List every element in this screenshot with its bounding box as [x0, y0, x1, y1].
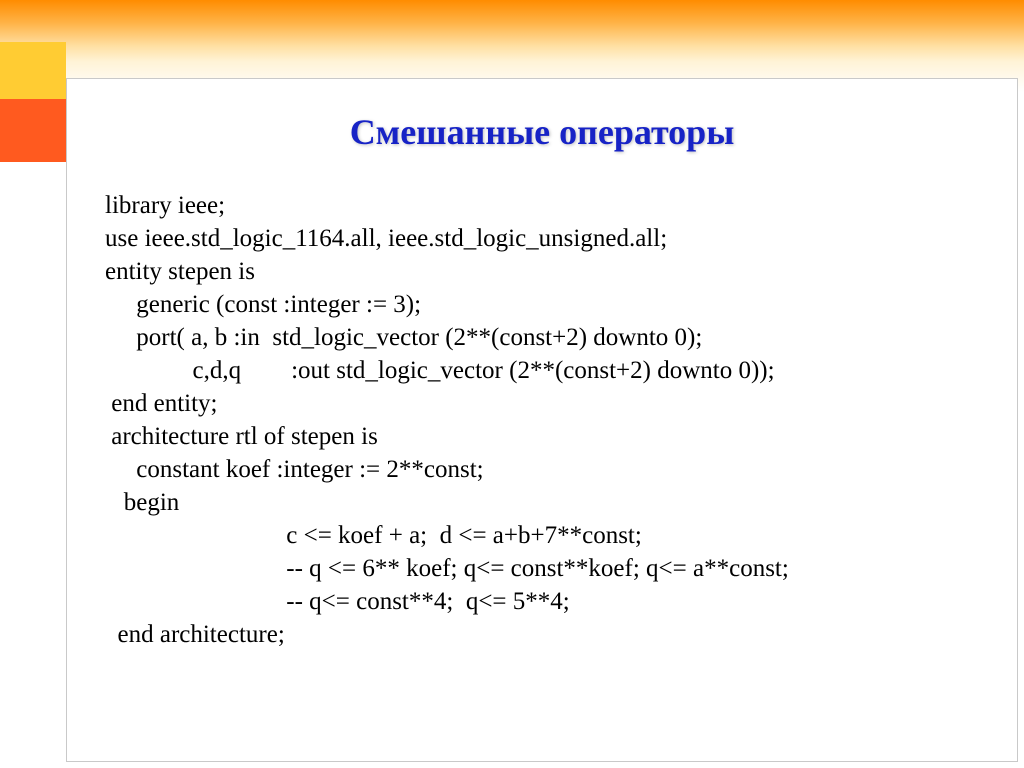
- slide-title: Смешанные операторы: [67, 111, 1017, 153]
- slide-container: Смешанные операторы library ieee; use ie…: [0, 0, 1024, 768]
- content-frame: Смешанные операторы library ieee; use ie…: [66, 78, 1018, 762]
- code-line: begin: [105, 489, 179, 516]
- code-line: generic (const :integer := 3);: [105, 291, 421, 318]
- corner-accent: [0, 42, 66, 162]
- code-line: use ieee.std_logic_1164.all, ieee.std_lo…: [105, 225, 667, 252]
- code-line: library ieee;: [105, 192, 225, 219]
- code-line: c <= koef + a; d <= a+b+7**const;: [105, 522, 642, 549]
- corner-accent-bottom: [0, 99, 66, 162]
- code-line: end entity;: [105, 390, 217, 417]
- code-line: -- q <= 6** koef; q<= const**koef; q<= a…: [105, 555, 789, 582]
- code-line: c,d,q :out std_logic_vector (2**(const+2…: [105, 357, 775, 384]
- code-line: architecture rtl of stepen is: [105, 423, 378, 450]
- code-line: constant koef :integer := 2**const;: [105, 456, 484, 483]
- code-line: -- q<= const**4; q<= 5**4;: [105, 588, 570, 615]
- code-line: port( a, b :in std_logic_vector (2**(con…: [105, 324, 702, 351]
- code-line: entity stepen is: [105, 258, 255, 285]
- corner-accent-top: [0, 42, 66, 99]
- code-line: end architecture;: [105, 621, 285, 648]
- code-block: library ieee; use ieee.std_logic_1164.al…: [105, 189, 1017, 651]
